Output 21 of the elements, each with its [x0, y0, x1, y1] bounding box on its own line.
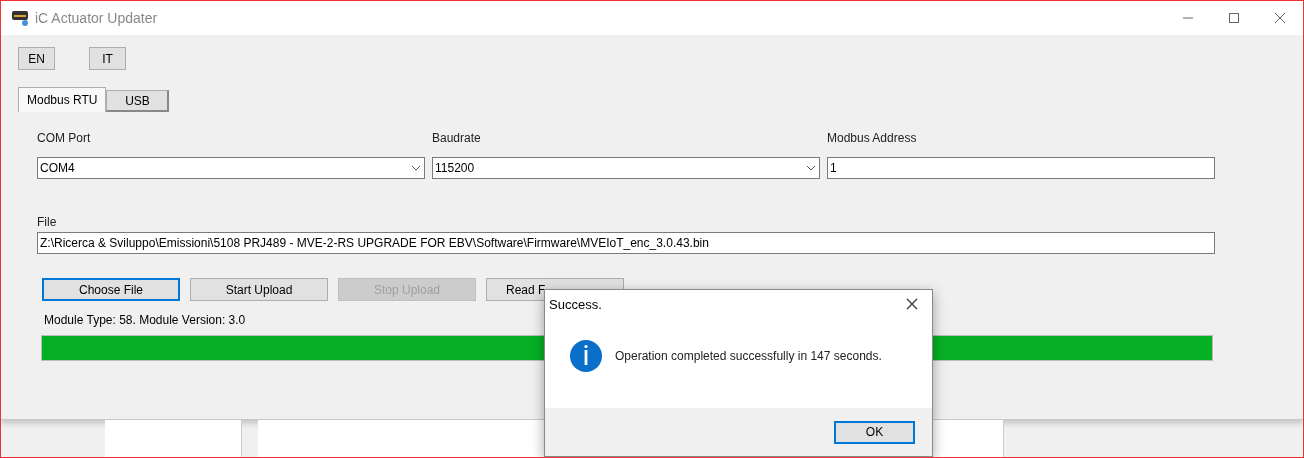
input-field[interactable]: Z:\Ricerca & Sviluppo\Emissioni\5108 PRJ489 - MVE-2-RS UPGRADE FOR EBV\Software\Firmware\MVEIoT_enc_3.0.43.bin — [37, 232, 1215, 254]
language-button[interactable]: EN — [18, 47, 55, 70]
info-icon — [569, 339, 603, 373]
input-field[interactable]: 1 — [827, 157, 1215, 179]
action-button[interactable]: Choose File — [42, 278, 180, 301]
window-title: iC Actuator Updater — [35, 10, 159, 26]
dialog-message: Operation completed successfully in 147 seconds. — [615, 349, 882, 363]
dialog-title: Success. — [549, 296, 603, 312]
dropdown[interactable]: COM4 — [37, 157, 425, 179]
field-label: COM Port — [37, 131, 92, 145]
app-icon — [11, 9, 29, 27]
dropdown[interactable]: 115200 — [432, 157, 820, 179]
field-label: Modbus Address — [827, 131, 918, 145]
tab[interactable]: USB — [106, 90, 170, 112]
field-label: Baudrate — [432, 131, 482, 145]
status-text: Module Type: 58. Module Version: 3.0 — [44, 313, 247, 327]
language-button[interactable]: IT — [89, 47, 126, 70]
tab[interactable]: Modbus RTU — [18, 87, 107, 112]
ok-button[interactable]: OK — [834, 420, 915, 444]
action-button[interactable]: Start Upload — [190, 278, 328, 301]
field-label: File — [37, 215, 58, 229]
